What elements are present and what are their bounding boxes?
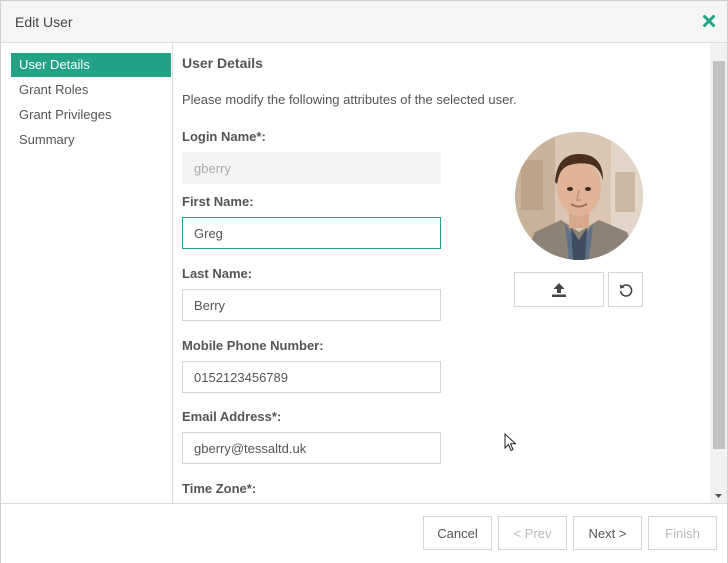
time-zone-label: Time Zone*: [182,481,257,496]
sidebar-item-grant-roles[interactable]: Grant Roles [11,78,171,102]
user-avatar [515,132,643,260]
dialog-footer: Cancel < Prev Next > Finish [1,503,727,563]
sidebar-item-summary[interactable]: Summary [11,128,171,152]
login-name-input [182,152,441,184]
reset-photo-button[interactable] [608,272,643,307]
first-name-label: First Name: [182,194,254,209]
mobile-phone-label: Mobile Phone Number: [182,338,324,353]
mobile-phone-input[interactable] [182,361,441,393]
last-name-input[interactable] [182,289,441,321]
prev-button[interactable]: < Prev [498,516,567,550]
finish-button[interactable]: Finish [648,516,717,550]
upload-photo-button[interactable] [514,272,604,307]
next-button[interactable]: Next > [573,516,642,550]
section-heading: User Details [182,55,263,71]
scroll-down-arrow-icon[interactable] [710,488,727,498]
first-name-input[interactable] [182,217,441,249]
email-address-label: Email Address*: [182,409,282,424]
section-description: Please modify the following attributes o… [182,92,517,107]
sidebar-item-user-details[interactable]: User Details [11,53,171,77]
last-name-label: Last Name: [182,266,253,281]
edit-user-dialog: Edit User User Details Grant Roles Grant… [0,0,728,563]
wizard-steps-sidebar: User Details Grant Roles Grant Privilege… [1,43,173,503]
close-icon[interactable] [702,11,716,29]
dialog-title: Edit User [15,14,73,30]
user-details-form: User Details Please modify the following… [173,43,710,503]
sidebar-item-grant-privileges[interactable]: Grant Privileges [11,103,171,127]
dialog-header: Edit User [1,1,727,43]
cancel-button[interactable]: Cancel [423,516,492,550]
content-scrollbar[interactable] [710,43,727,503]
scroll-thumb[interactable] [713,61,725,449]
login-name-label: Login Name*: [182,129,266,144]
email-address-input[interactable] [182,432,441,464]
